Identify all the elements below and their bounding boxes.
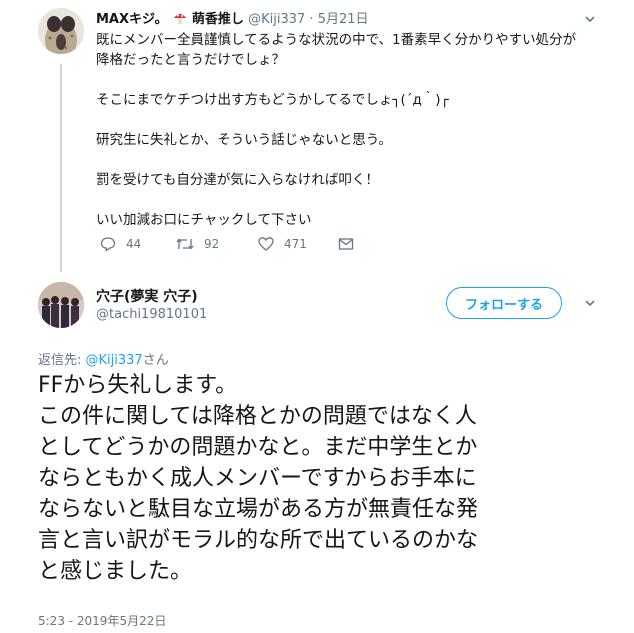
tweet-text-line: ならないと駄目な立場がある方が無責任な発	[38, 497, 479, 522]
user-handle[interactable]: @Kiji337	[248, 12, 305, 27]
retweet-count: 92	[204, 237, 220, 251]
chevron-down-icon[interactable]	[585, 14, 595, 24]
display-name-suffix[interactable]: 萌香推し	[192, 12, 244, 27]
tweet-text-line: この件に関しては降格とかの問題ではなく人	[38, 404, 477, 429]
tweet-date[interactable]: 5月21日	[318, 12, 369, 27]
avatar-image	[38, 8, 84, 54]
tweet-text-line: としてどうかの問題かなと。まだ中学生とか	[38, 435, 478, 460]
envelope-icon	[338, 238, 354, 250]
chevron-down-icon[interactable]	[585, 298, 595, 308]
display-name[interactable]: 穴子(夢実 穴子)	[96, 286, 198, 306]
tweet-header: MAXキジ。 萌香推し @Kiji337 · 5月21日	[96, 8, 369, 29]
tweet-text-line: そこにまでケチつけ出す方もどうかしてるでしょ┐(´д｀)┌	[96, 92, 449, 108]
mushroom-emoji-icon	[173, 11, 187, 29]
tweet-timestamp[interactable]: 5:23 - 2019年5月22日	[38, 612, 166, 629]
replying-to: 返信先: @Kiji337さん	[38, 349, 169, 368]
tweet-text-line: ならともかく成人メンバーですからお手本に	[38, 466, 477, 491]
reply-to-handle-link[interactable]: @Kiji337	[86, 353, 143, 368]
direct-message-button[interactable]	[338, 236, 354, 252]
like-count: 471	[284, 237, 307, 251]
tweet-text-line: 罰を受けても自分達が気に入らなければ叩く！	[96, 172, 379, 188]
tweet-text-line: 既にメンバー全員謹慎してるような状況の中で、1番素早く分かりやすい処分が	[96, 32, 577, 48]
tweet-text-line: 降格だったと言うだけでしょ？	[96, 52, 285, 68]
tweet-text-line: いい加減お口にチャックして下さい	[96, 212, 312, 228]
avatar-image	[38, 282, 84, 328]
tweet-text: 既にメンバー全員謹慎してるような状況の中で、1番素早く分かりやすい処分が 降格だ…	[96, 30, 606, 230]
tweet-text-line: 研究生に失礼とか、そういう話じゃないと思う。	[96, 132, 392, 148]
separator-dot: ·	[309, 12, 314, 27]
user-handle[interactable]: @tachi19810101	[96, 307, 207, 322]
reply-count: 44	[126, 237, 142, 251]
reply-icon	[100, 237, 116, 252]
follow-button[interactable]: フォローする	[446, 287, 562, 319]
like-button[interactable]: 471	[258, 236, 307, 252]
reply-suffix: さん	[142, 353, 169, 368]
thread-connector-line	[60, 64, 62, 272]
display-name[interactable]: MAXキジ。	[96, 12, 168, 27]
heart-icon	[258, 237, 274, 251]
tweet-text-line: と感じました。	[38, 559, 193, 584]
retweet-icon	[176, 238, 194, 250]
tweet-text: FFから失礼します。 この件に関しては降格とかの問題ではなく人 としてどうかの問…	[38, 370, 608, 587]
tweet-text-line: 言と言い訳がモラル的な所で出ているのかな	[38, 528, 479, 553]
reply-button[interactable]: 44	[100, 236, 141, 252]
reply-prefix: 返信先:	[38, 353, 86, 368]
retweet-button[interactable]: 92	[176, 236, 219, 252]
tweet-text-line: FFから失礼します。	[38, 373, 238, 398]
avatar[interactable]	[38, 8, 84, 54]
avatar[interactable]	[38, 282, 84, 328]
